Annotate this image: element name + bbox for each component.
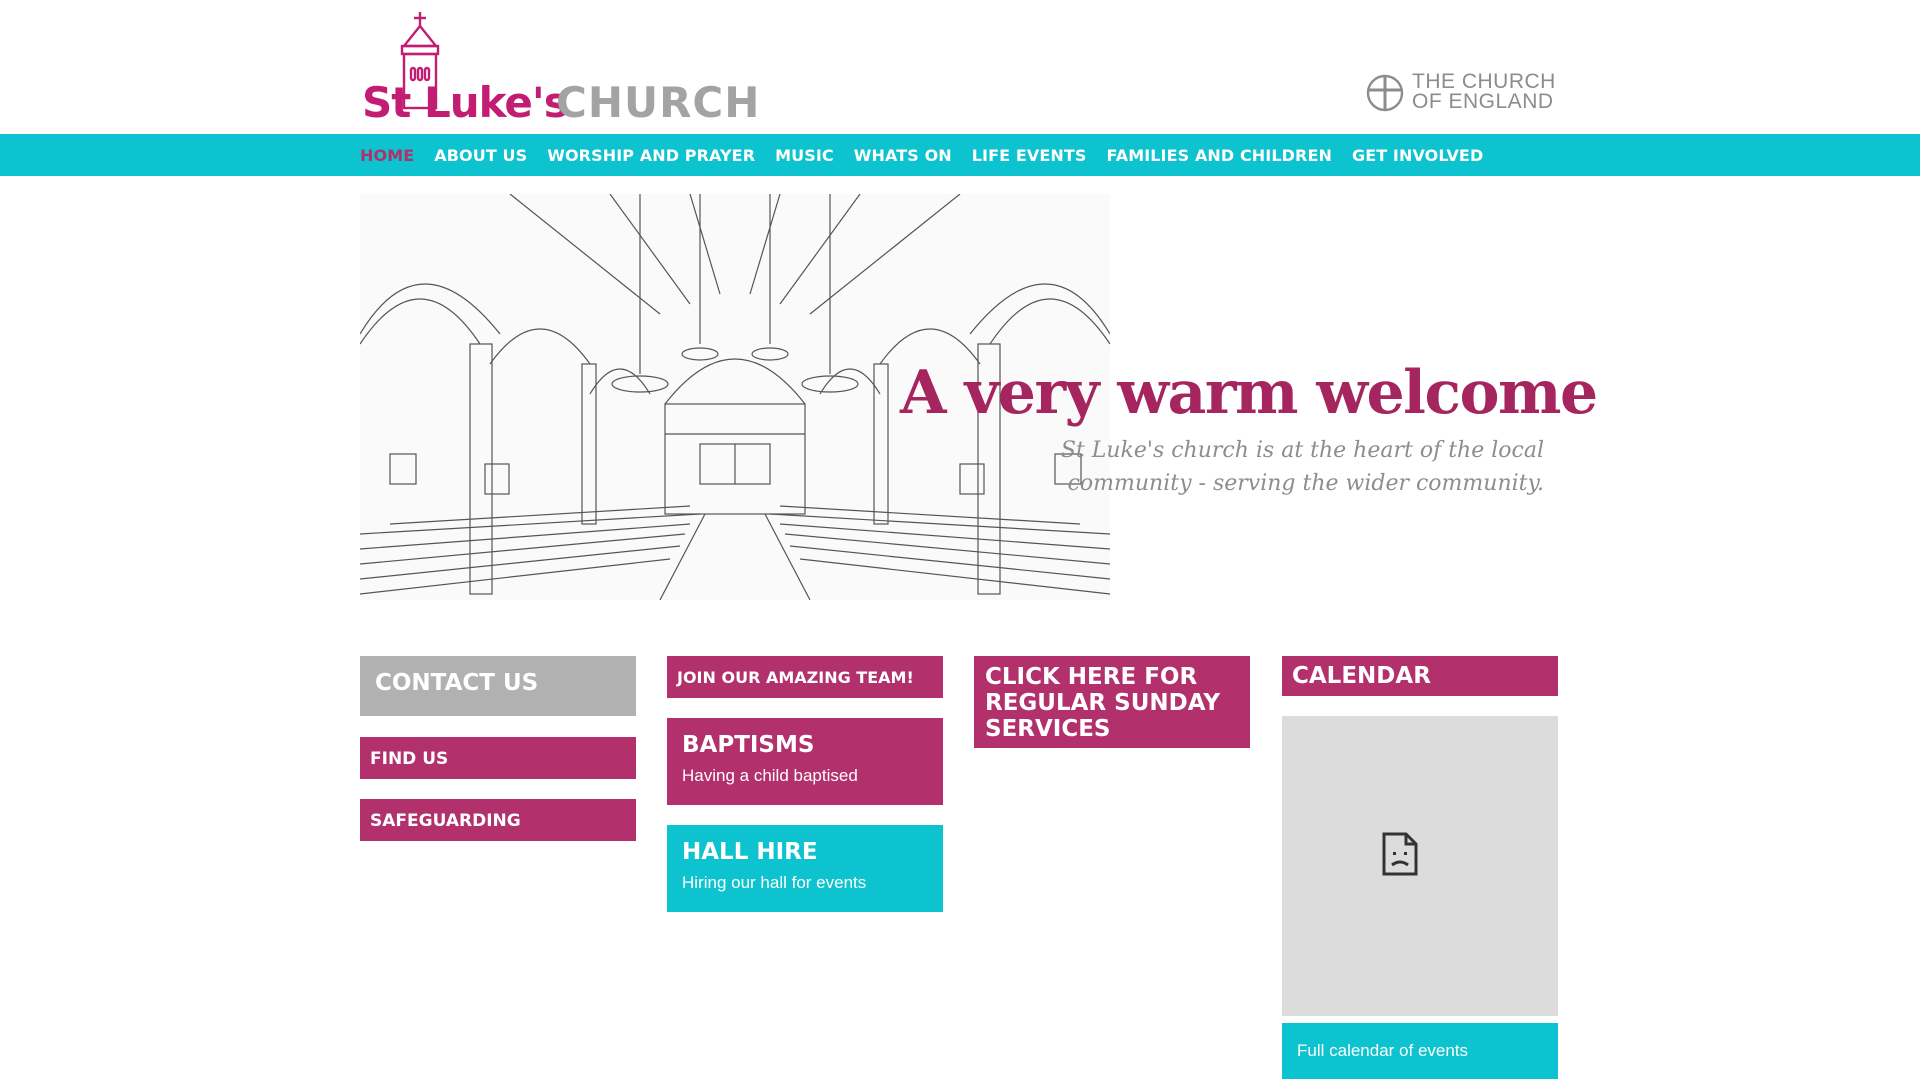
calendar-header: CALENDAR [1282,656,1558,696]
contact-us-tile[interactable]: CONTACT US [360,656,636,716]
calendar-embed-frame[interactable] [1282,716,1558,1016]
hall-hire-title: HALL HIRE [682,839,818,865]
hero-title: A very warm welcome [900,358,1598,428]
site-header: St Luke's CHURCH THE CHURCH OF ENGLAND [0,0,1920,134]
nav-item-families-and-children[interactable]: FAMILIES AND CHILDREN [1107,146,1332,165]
full-calendar-link[interactable]: Full calendar of events [1282,1023,1558,1079]
join-team-label: JOIN OUR AMAZING TEAM! [677,668,914,687]
nav-item-music[interactable]: MUSIC [775,146,834,165]
calendar-title: CALENDAR [1292,663,1431,689]
baptisms-tile[interactable]: BAPTISMS Having a child baptised [667,718,943,805]
full-calendar-label: Full calendar of events [1297,1041,1469,1060]
church-of-england-logo-icon [1366,74,1404,112]
logo-church-text: CHURCH [556,78,761,127]
church-of-england-text: THE CHURCH OF ENGLAND [1412,70,1556,113]
nav-item-whats-on[interactable]: WHATS ON [854,146,952,165]
main-nav: HOME ABOUT US WORSHIP AND PRAYER MUSIC W… [0,134,1920,176]
broken-document-icon [1382,832,1418,876]
baptisms-title: BAPTISMS [682,732,815,758]
nav-item-home[interactable]: HOME [360,146,414,165]
safeguarding-tile[interactable]: SAFEGUARDING [360,799,636,841]
nav-item-worship-and-prayer[interactable]: WORSHIP AND PRAYER [547,146,755,165]
safeguarding-label: SAFEGUARDING [370,811,521,831]
logo-st-lukes-text: St Luke's [362,78,569,127]
church-of-england-logo[interactable]: THE CHURCH OF ENGLAND [1366,70,1556,116]
nav-item-life-events[interactable]: LIFE EVENTS [972,146,1087,165]
hall-hire-tile[interactable]: HALL HIRE Hiring our hall for events [667,825,943,912]
contact-us-label: CONTACT US [375,670,539,696]
site-logo[interactable]: St Luke's CHURCH [360,10,760,127]
sunday-services-label: CLICK HERE FOR REGULAR SUNDAY SERVICES [985,664,1220,742]
baptisms-subtitle: Having a child baptised [682,766,858,785]
find-us-tile[interactable]: FIND US [360,737,636,779]
join-team-tile[interactable]: JOIN OUR AMAZING TEAM! [667,656,943,698]
find-us-label: FIND US [370,749,449,769]
nav-item-about-us[interactable]: ABOUT US [434,146,527,165]
sunday-services-tile[interactable]: CLICK HERE FOR REGULAR SUNDAY SERVICES [974,656,1250,748]
hero-subtitle: St Luke's church is at the heart of the … [1060,438,1544,496]
nav-item-get-involved[interactable]: GET INVOLVED [1352,146,1483,165]
hall-hire-subtitle: Hiring our hall for events [682,873,867,892]
